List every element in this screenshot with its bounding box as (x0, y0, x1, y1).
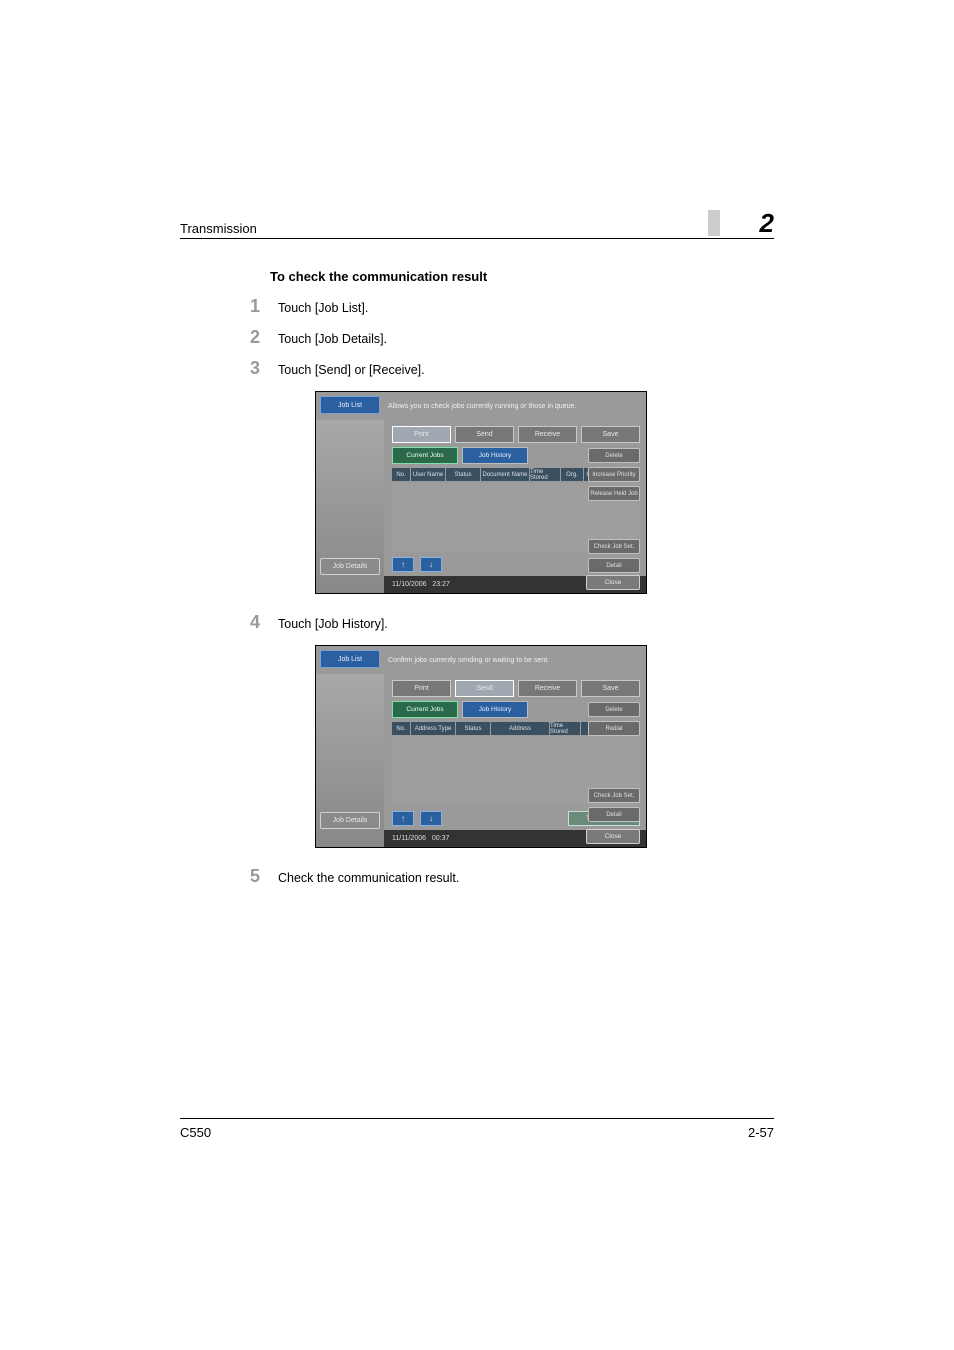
tab-save[interactable]: Save (581, 426, 640, 443)
col-addr: Address (491, 722, 549, 735)
scroll-down-button[interactable]: ↓ (420, 557, 442, 572)
step-5: Check the communication result. (250, 866, 774, 887)
panel-caption: Allows you to check jobs currently runni… (388, 403, 576, 410)
subtab-current-jobs[interactable]: Current Jobs (392, 701, 458, 718)
step-4: Touch [Job History]. (250, 612, 774, 633)
step-text: Touch [Job List]. (278, 301, 368, 315)
left-rail: Job Details (316, 420, 384, 593)
page-footer: C550 2-57 (180, 1118, 774, 1140)
step-text: Check the communication result. (278, 871, 459, 885)
detail-button[interactable]: Detail (588, 807, 640, 822)
left-rail: Job Details (316, 674, 384, 847)
scroll-down-button[interactable]: ↓ (420, 811, 442, 826)
tab-print[interactable]: Print (392, 426, 451, 443)
tab-save[interactable]: Save (581, 680, 640, 697)
col-no: No. (392, 722, 410, 735)
status-date: 11/11/2006 00:37 (392, 835, 449, 842)
step-2: Touch [Job Details]. (250, 327, 774, 348)
section-title: To check the communication result (270, 269, 774, 284)
col-addrtype: Address Type (411, 722, 455, 735)
tab-receive[interactable]: Receive (518, 680, 577, 697)
scroll-up-button[interactable]: ↑ (392, 557, 414, 572)
screenshot-print-tab: Job List Allows you to check jobs curren… (315, 391, 647, 594)
col-doc: Document Name (481, 468, 529, 481)
step-text: Touch [Job Details]. (278, 332, 387, 346)
job-details-button[interactable]: Job Details (320, 558, 380, 575)
close-button[interactable]: Close (586, 575, 640, 590)
increase-priority-button[interactable]: Increase Priority (588, 467, 640, 482)
chapter-number: 2 (708, 210, 774, 236)
running-header: Transmission 2 (180, 210, 774, 239)
col-status: Status (446, 468, 480, 481)
tab-print[interactable]: Print (392, 680, 451, 697)
panel-caption: Confirm jobs currently sending or waitin… (388, 657, 549, 664)
footer-model: C550 (180, 1125, 211, 1140)
col-user: User Name (411, 468, 445, 481)
detail-button[interactable]: Detail (588, 558, 640, 573)
delete-button[interactable]: Delete (588, 448, 640, 463)
step-text: Touch [Job History]. (278, 617, 388, 631)
step-text: Touch [Send] or [Receive]. (278, 363, 425, 377)
step-1: Touch [Job List]. (250, 296, 774, 317)
footer-pageno: 2-57 (748, 1125, 774, 1140)
job-list-button[interactable]: Job List (320, 396, 380, 414)
job-details-button[interactable]: Job Details (320, 812, 380, 829)
status-date: 11/10/2006 23:27 (392, 581, 450, 588)
subtab-job-history[interactable]: Job History (462, 447, 528, 464)
close-button[interactable]: Close (586, 829, 640, 844)
screenshot-send-tab: Job List Confirm jobs currently sending … (315, 645, 647, 848)
col-status: Status (456, 722, 490, 735)
col-time: Time Stored (530, 468, 560, 481)
tab-receive[interactable]: Receive (518, 426, 577, 443)
tab-send[interactable]: Send (455, 426, 514, 443)
col-time: Time Stored (550, 722, 580, 735)
running-title: Transmission (180, 221, 257, 236)
col-no: No. (392, 468, 410, 481)
col-org: Org. (561, 468, 583, 481)
job-list-button[interactable]: Job List (320, 650, 380, 668)
subtab-job-history[interactable]: Job History (462, 701, 528, 718)
check-job-set-button[interactable]: Check Job Set. (588, 788, 640, 803)
subtab-current-jobs[interactable]: Current Jobs (392, 447, 458, 464)
scroll-up-button[interactable]: ↑ (392, 811, 414, 826)
redial-button[interactable]: Redial (588, 721, 640, 736)
delete-button[interactable]: Delete (588, 702, 640, 717)
step-3: Touch [Send] or [Receive]. (250, 358, 774, 379)
release-held-job-button[interactable]: Release Held Job (588, 486, 640, 501)
tab-send[interactable]: Send (455, 680, 514, 697)
check-job-set-button[interactable]: Check Job Set. (588, 539, 640, 554)
